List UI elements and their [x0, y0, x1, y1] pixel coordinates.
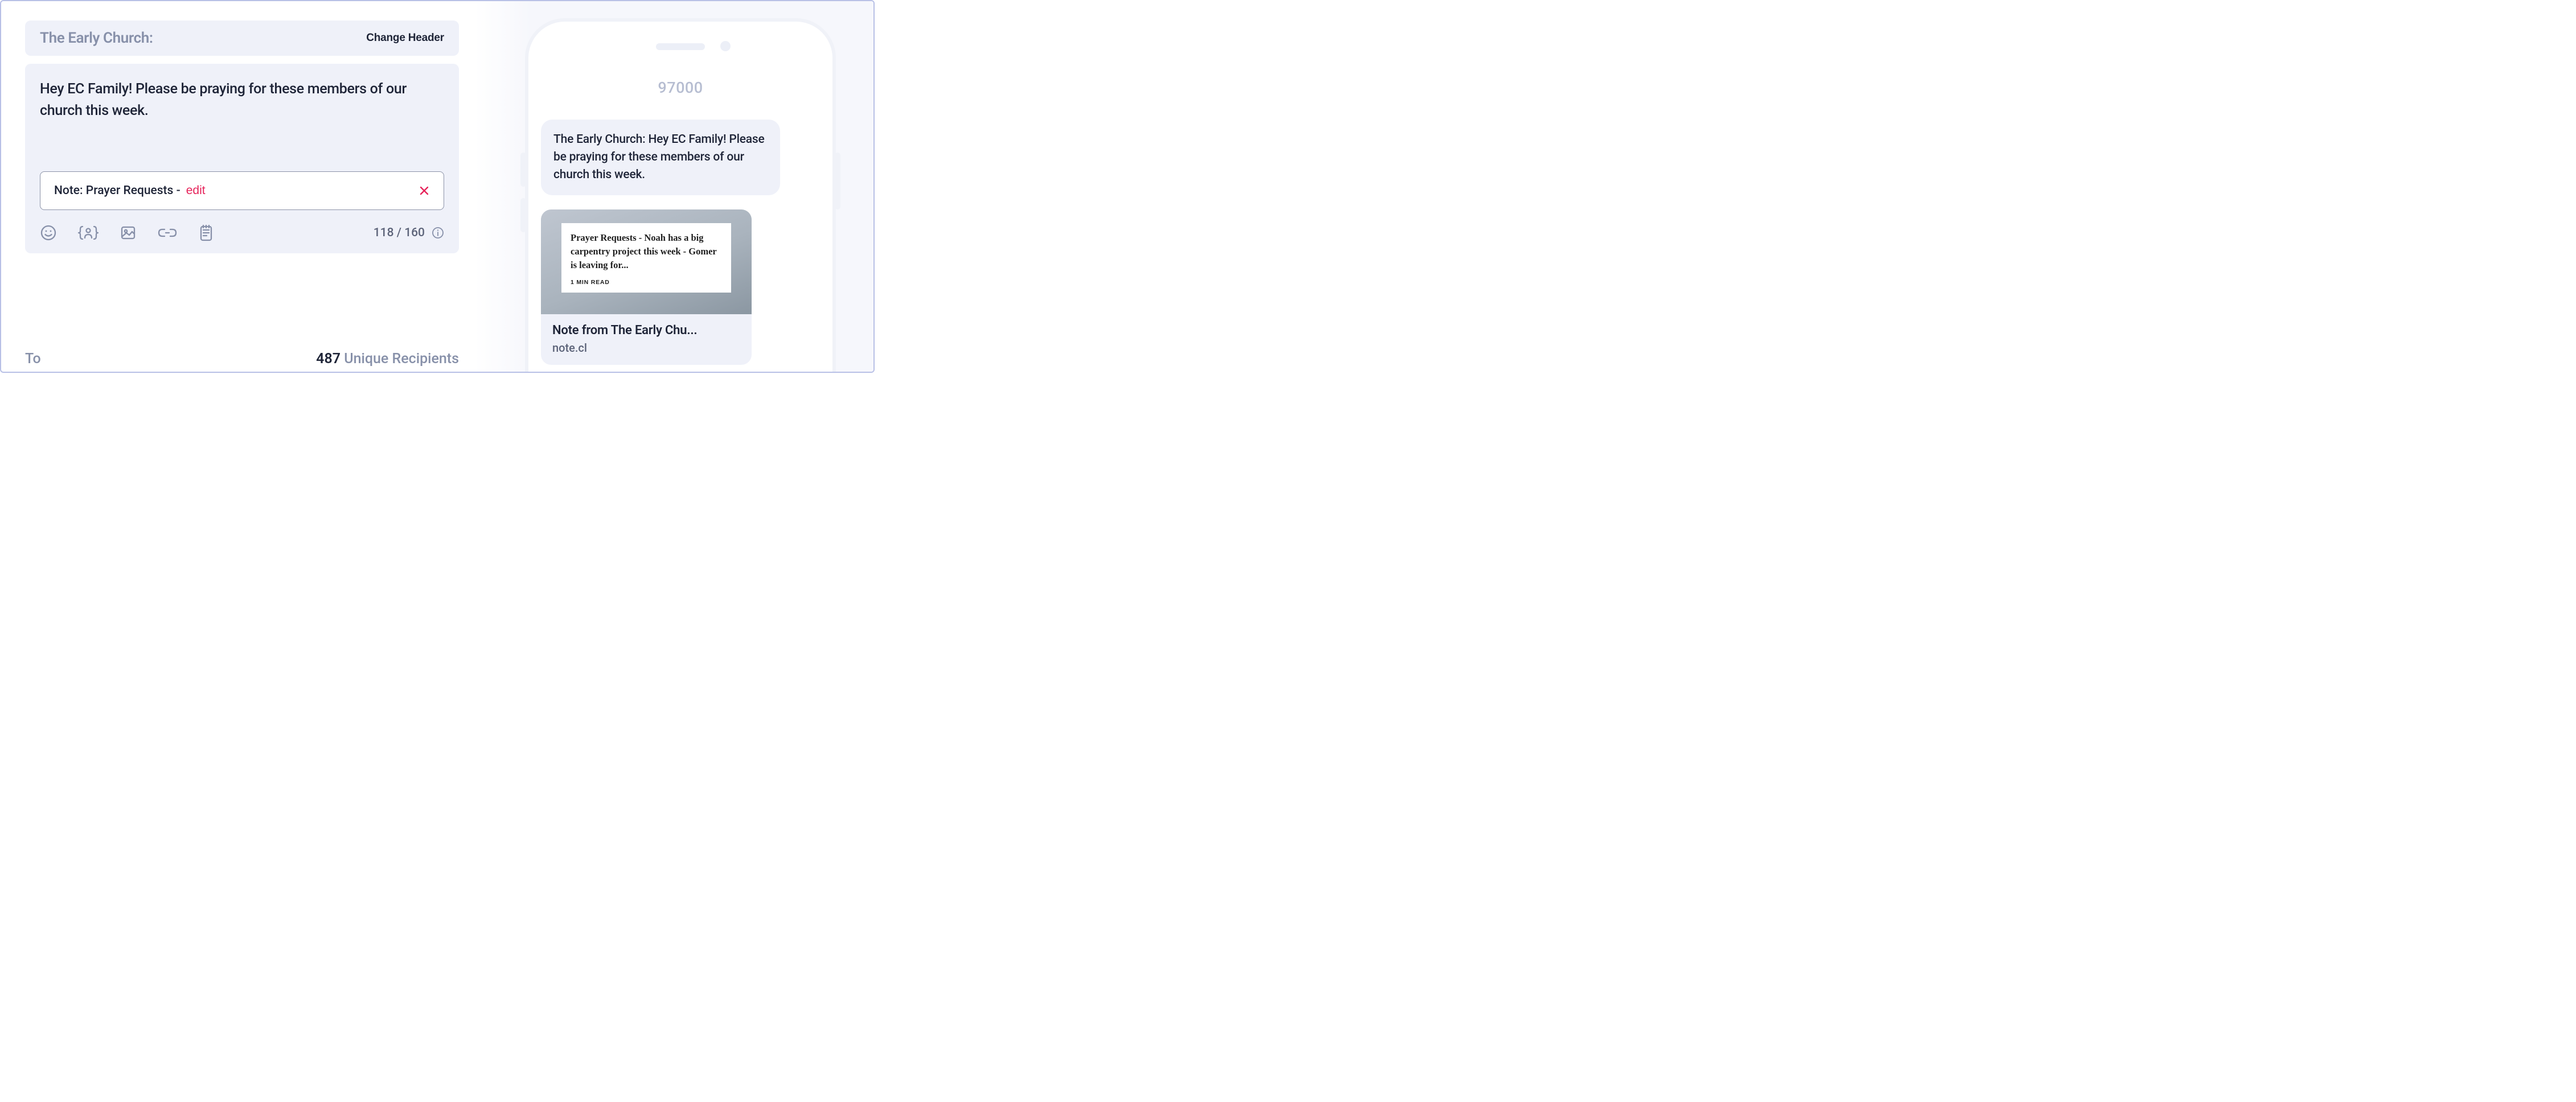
link-preview-hero: Prayer Requests - Noah has a big carpent… — [541, 209, 752, 314]
image-button[interactable] — [120, 224, 137, 241]
recipients-summary[interactable]: 487 Unique Recipients — [316, 351, 459, 367]
message-body-text[interactable]: Hey EC Family! Please be praying for the… — [40, 79, 433, 121]
sender-number: 97000 — [528, 79, 832, 97]
message-bubble: The Early Church: Hey EC Family! Please … — [541, 120, 780, 195]
toolbar-icon-group — [40, 224, 214, 242]
link-preview-card[interactable]: Prayer Requests - Noah has a big carpent… — [541, 209, 752, 365]
link-preview-readtime: 1 MIN READ — [571, 279, 722, 286]
message-body-card: Hey EC Family! Please be praying for the… — [25, 64, 459, 253]
phone-side-button — [520, 153, 526, 187]
link-icon — [157, 224, 178, 241]
link-preview-hero-inner: Prayer Requests - Noah has a big carpent… — [561, 223, 731, 293]
link-button[interactable] — [157, 224, 178, 241]
phone-side-button — [835, 153, 840, 209]
phone-side-button — [520, 198, 526, 232]
emoji-icon — [40, 224, 57, 241]
note-chip-label: Note: Prayer Requests - — [54, 184, 181, 198]
link-preview-excerpt: Prayer Requests - Noah has a big carpent… — [571, 231, 722, 272]
composer-toolbar: 118 / 160 — [40, 224, 444, 242]
merge-field-button[interactable] — [77, 224, 99, 241]
note-icon — [198, 224, 214, 242]
recipients-count: 487 — [316, 351, 341, 367]
phone-mockup: 97000 The Early Church: Hey EC Family! P… — [525, 18, 836, 373]
merge-field-icon — [77, 224, 99, 241]
link-preview-meta: Note from The Early Chu... note.cl — [541, 314, 752, 365]
compose-message-frame: The Early Church: Change Header Hey EC F… — [0, 0, 875, 373]
composer-column: The Early Church: Change Header Hey EC F… — [25, 20, 459, 253]
image-icon — [120, 224, 137, 241]
note-button[interactable] — [198, 224, 214, 242]
recipients-row: To 487 Unique Recipients — [25, 351, 459, 367]
phone-speaker — [656, 43, 705, 50]
note-remove-button[interactable] — [419, 185, 430, 196]
note-edit-button[interactable]: edit — [186, 184, 206, 198]
note-chip-content: Note: Prayer Requests - edit — [54, 184, 206, 198]
char-count: 118 / 160 — [374, 226, 444, 240]
recipients-suffix: Unique Recipients — [341, 351, 459, 367]
link-preview-title: Note from The Early Chu... — [552, 323, 740, 338]
preview-column: 97000 The Early Church: Hey EC Family! P… — [475, 1, 873, 372]
link-preview-url: note.cl — [552, 341, 740, 355]
message-header-bar: The Early Church: Change Header — [25, 20, 459, 56]
info-icon[interactable] — [432, 227, 444, 239]
message-header-title: The Early Church: — [40, 30, 153, 47]
close-icon — [419, 185, 430, 196]
emoji-button[interactable] — [40, 224, 57, 241]
change-header-button[interactable]: Change Header — [366, 32, 444, 44]
note-attachment-chip: Note: Prayer Requests - edit — [40, 171, 444, 210]
char-count-text: 118 / 160 — [374, 226, 425, 240]
to-label: To — [25, 351, 41, 367]
phone-camera — [720, 41, 731, 51]
